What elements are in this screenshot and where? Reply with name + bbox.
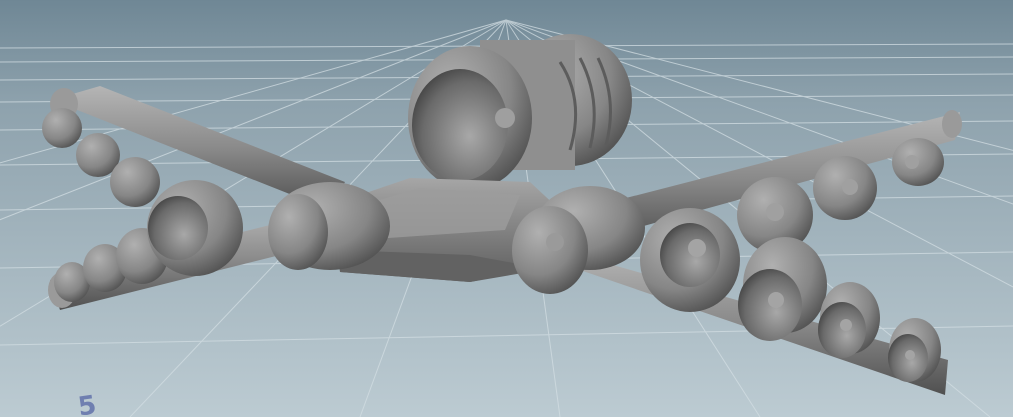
left-large-pod <box>147 180 243 276</box>
3d-viewport[interactable]: 5 <box>0 0 1013 417</box>
right-large-pod <box>640 208 740 312</box>
viewport-canvas: 5 <box>0 0 1013 417</box>
